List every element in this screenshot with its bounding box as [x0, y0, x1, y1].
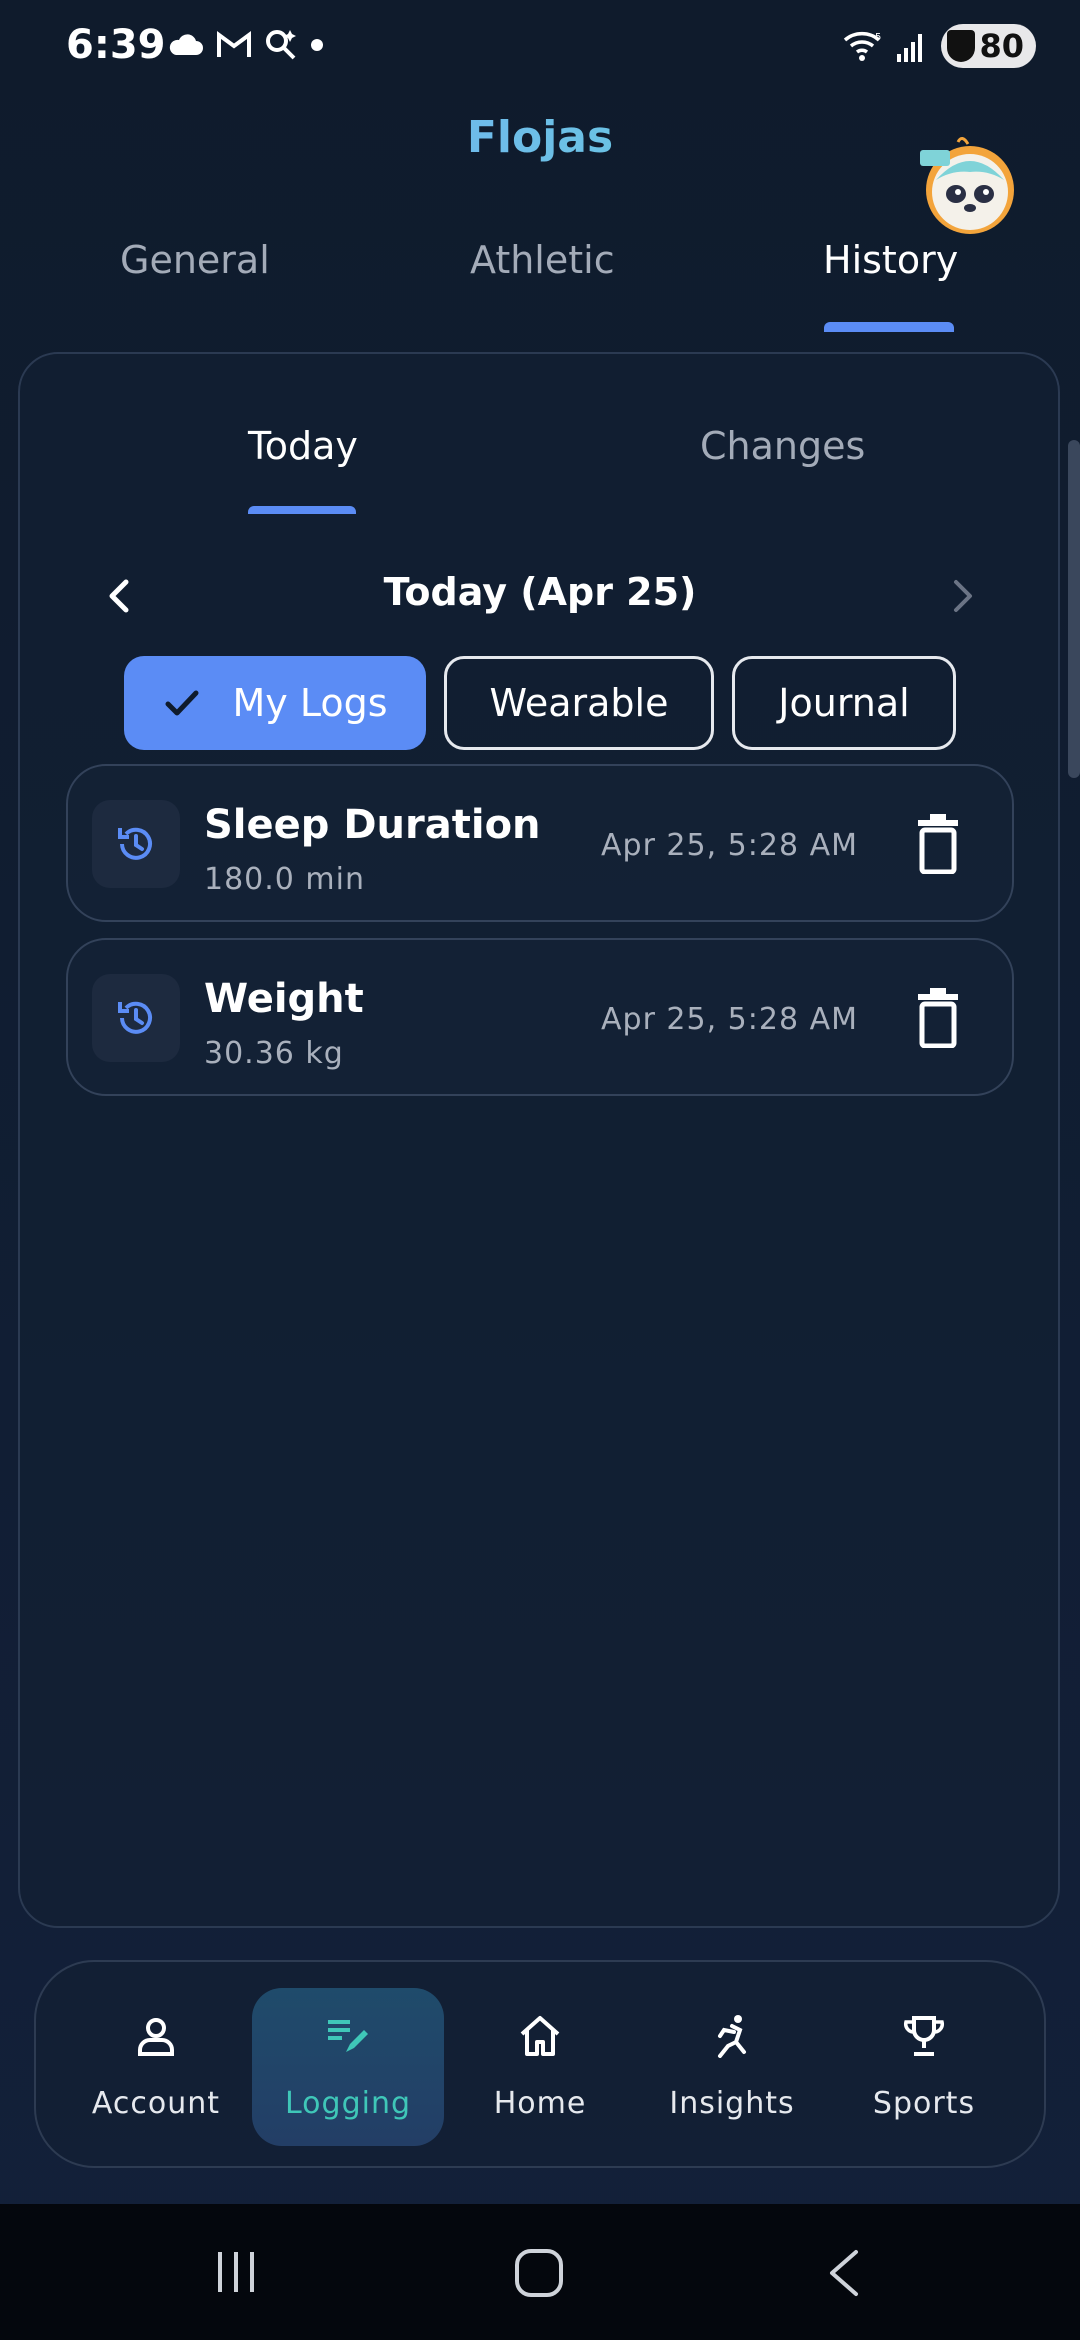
log-time: Apr 25, 5:28 AM: [601, 828, 858, 863]
chevron-right-icon[interactable]: [940, 574, 984, 618]
delete-icon[interactable]: [916, 988, 960, 1048]
log-value: 180.0 min: [204, 862, 365, 897]
nav-label: Sports: [872, 2086, 976, 2121]
search-sparkle-icon: [266, 30, 296, 60]
check-icon: [165, 690, 199, 716]
scrollbar[interactable]: [1068, 440, 1080, 778]
wifi-icon: 5: [844, 32, 882, 61]
log-icon-box: [92, 800, 180, 888]
gmail-icon: [217, 31, 251, 57]
nav-label: Insights: [669, 2086, 795, 2121]
dot-icon: [311, 39, 323, 51]
subtab-today[interactable]: Today: [248, 424, 358, 468]
tab-athletic[interactable]: Athletic: [470, 238, 615, 282]
tab-general[interactable]: General: [120, 238, 270, 282]
log-time: Apr 25, 5:28 AM: [601, 1002, 858, 1037]
runner-icon: [718, 2015, 746, 2058]
notification-icons: [168, 28, 324, 62]
history-icon: [118, 827, 152, 860]
filter-label: Journal: [778, 681, 910, 725]
sloth-mascot-icon[interactable]: [918, 132, 1018, 236]
nav-insights[interactable]: Insights: [642, 1988, 822, 2146]
active-tab-indicator: [824, 322, 954, 332]
shield-icon: [947, 30, 976, 62]
subtab-indicator: [248, 506, 356, 514]
svg-text:5: 5: [875, 32, 881, 43]
date-label: Today (Apr 25): [383, 570, 697, 614]
signal-icon: [897, 34, 923, 62]
nav-label: Account: [91, 2086, 221, 2121]
cloud-icon: [169, 34, 203, 55]
tab-history[interactable]: History: [823, 238, 958, 282]
nav-logging[interactable]: Logging: [252, 1988, 444, 2146]
log-title: Weight: [204, 976, 364, 1022]
person-icon: [138, 2018, 174, 2056]
log-card[interactable]: Sleep Duration 180.0 min Apr 25, 5:28 AM: [66, 764, 1014, 922]
log-value: 30.36 kg: [204, 1036, 344, 1071]
nav-account[interactable]: Account: [66, 1988, 246, 2146]
battery-indicator: 80: [941, 24, 1036, 68]
filter-label: Wearable: [489, 681, 669, 725]
history-icon: [118, 1001, 152, 1034]
log-card[interactable]: Weight 30.36 kg Apr 25, 5:28 AM: [66, 938, 1014, 1096]
nav-sports[interactable]: Sports: [834, 1988, 1014, 2146]
log-icon-box: [92, 974, 180, 1062]
subtab-changes[interactable]: Changes: [700, 424, 865, 468]
nav-home[interactable]: Home: [450, 1988, 630, 2146]
trophy-icon: [904, 2016, 944, 2056]
home-button-icon[interactable]: [514, 2248, 564, 2298]
filter-wearable[interactable]: Wearable: [444, 656, 714, 750]
filter-my-logs[interactable]: My Logs: [124, 656, 426, 750]
battery-level: 80: [979, 27, 1024, 65]
filter-label: My Logs: [232, 681, 388, 725]
home-icon: [520, 2016, 560, 2056]
recent-apps-icon[interactable]: [212, 2248, 260, 2296]
log-title: Sleep Duration: [204, 802, 541, 848]
system-status-icons: 5 80: [843, 24, 1036, 68]
date-navigator: Today (Apr 25): [0, 566, 1080, 626]
delete-icon[interactable]: [916, 814, 960, 874]
nav-label: Home: [493, 2086, 587, 2121]
nav-label: Logging: [284, 2086, 412, 2121]
filter-journal[interactable]: Journal: [732, 656, 956, 750]
edit-list-icon: [328, 2020, 368, 2052]
back-icon[interactable]: [826, 2248, 860, 2298]
status-time: 6:39: [66, 22, 166, 68]
